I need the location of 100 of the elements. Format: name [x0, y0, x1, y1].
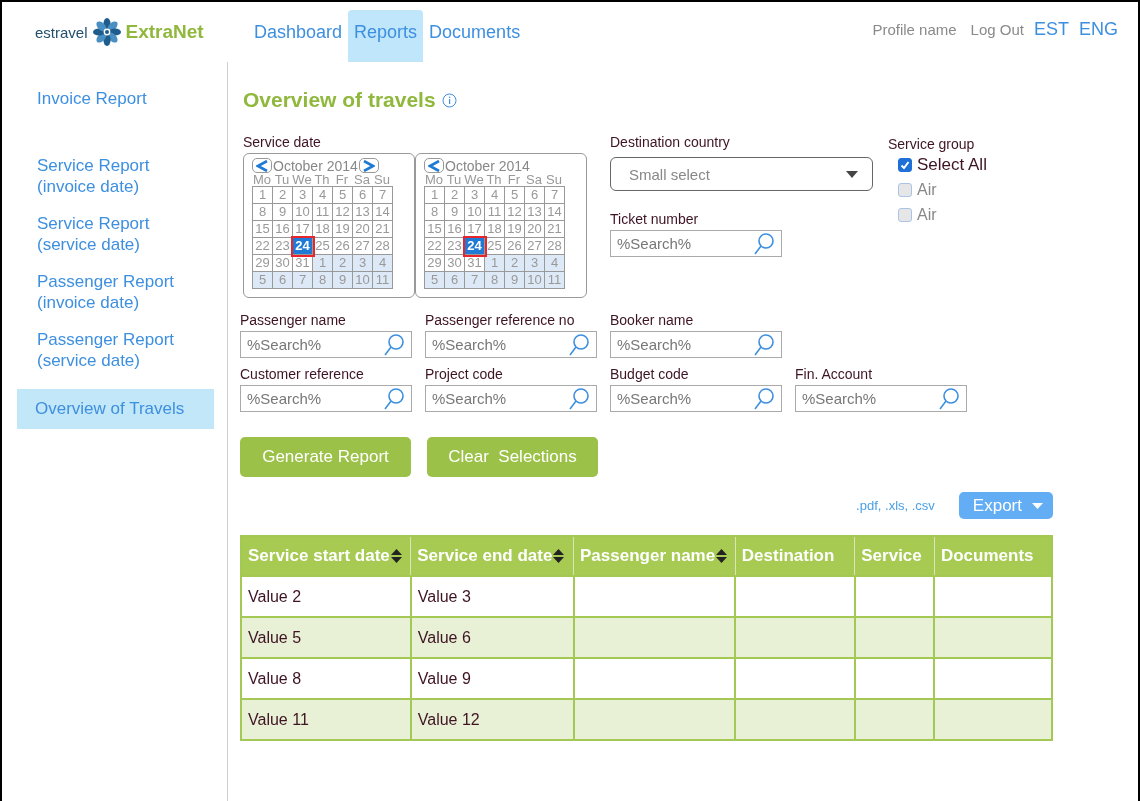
- nav-tab[interactable]: Dashboard: [248, 10, 349, 62]
- calendar-day[interactable]: 4: [313, 187, 333, 204]
- sort-icon[interactable]: [390, 548, 402, 564]
- calendar-day[interactable]: 5: [425, 272, 445, 289]
- sidebar-item[interactable]: Passenger Report (service date): [17, 329, 197, 371]
- calendar-day[interactable]: 5: [505, 187, 525, 204]
- search-icon[interactable]: [568, 332, 590, 357]
- calendar-day[interactable]: 2: [505, 255, 525, 272]
- user-link[interactable]: Log Out: [970, 20, 1024, 38]
- calendar-day[interactable]: 4: [485, 187, 505, 204]
- calendar-day[interactable]: 9: [333, 272, 353, 289]
- nav-tab[interactable]: Documents: [423, 10, 527, 62]
- calendar-day[interactable]: 7: [373, 187, 393, 204]
- language-link[interactable]: ENG: [1079, 18, 1118, 40]
- calendar-day[interactable]: 5: [333, 187, 353, 204]
- destination-select[interactable]: Small select: [610, 157, 873, 191]
- calendar-day[interactable]: 29: [253, 255, 273, 272]
- generate-report-button[interactable]: Generate Report: [240, 437, 411, 477]
- calendar-day[interactable]: 16: [273, 221, 293, 238]
- calendar-day[interactable]: 30: [445, 255, 465, 272]
- previous-month-button[interactable]: [424, 158, 444, 173]
- calendar-day[interactable]: 28: [373, 238, 393, 255]
- calendar-day[interactable]: 14: [373, 204, 393, 221]
- search-icon[interactable]: [383, 332, 405, 357]
- export-button[interactable]: Export: [958, 492, 1053, 519]
- language-link[interactable]: EST: [1033, 18, 1069, 40]
- search-field[interactable]: %Search%: [240, 385, 412, 412]
- search-field[interactable]: %Search%: [240, 331, 412, 358]
- calendar-day[interactable]: 12: [333, 204, 353, 221]
- nav-tab[interactable]: Reports: [348, 10, 424, 62]
- calendar-day[interactable]: 1: [253, 187, 273, 204]
- calendar-day[interactable]: 11: [313, 204, 333, 221]
- calendar-day[interactable]: 18: [313, 221, 333, 238]
- calendar-day[interactable]: 3: [525, 255, 545, 272]
- search-field[interactable]: %Search%: [795, 385, 967, 412]
- search-icon[interactable]: [753, 231, 775, 256]
- checkbox[interactable]: [898, 157, 912, 172]
- sort-icon[interactable]: [716, 548, 728, 564]
- search-icon[interactable]: [753, 332, 775, 357]
- calendar-day[interactable]: 3: [353, 255, 373, 272]
- calendar-day[interactable]: 20: [353, 221, 373, 238]
- calendar-day[interactable]: 10: [293, 204, 313, 221]
- column-header[interactable]: Passenger name: [573, 536, 736, 576]
- calendar-day[interactable]: 7: [465, 272, 485, 289]
- calendar-day[interactable]: 7: [293, 272, 313, 289]
- column-header[interactable]: Service end date: [410, 536, 574, 576]
- clear-selections-button[interactable]: Clear Selections: [427, 437, 598, 477]
- calendar-day[interactable]: 24: [293, 238, 313, 255]
- calendar-day[interactable]: 3: [293, 187, 313, 204]
- calendar-day[interactable]: 6: [353, 187, 373, 204]
- calendar-day[interactable]: 3: [465, 187, 485, 204]
- info-icon[interactable]: [441, 92, 457, 108]
- calendar-day[interactable]: 19: [333, 221, 353, 238]
- sidebar-item[interactable]: Passenger Report (invoice date): [17, 271, 197, 313]
- calendar-day[interactable]: 5: [253, 272, 273, 289]
- calendar-day[interactable]: 20: [525, 221, 545, 238]
- checkbox[interactable]: [898, 207, 912, 222]
- calendar-day[interactable]: 1: [485, 255, 505, 272]
- calendar-day[interactable]: 15: [425, 221, 445, 238]
- calendar-day[interactable]: 8: [313, 272, 333, 289]
- calendar-day[interactable]: 27: [525, 238, 545, 255]
- sidebar-item[interactable]: Invoice Report: [17, 88, 197, 109]
- search-field[interactable]: %Search%: [610, 230, 782, 257]
- search-field[interactable]: %Search%: [610, 385, 782, 412]
- calendar-day[interactable]: 30: [273, 255, 293, 272]
- calendar-day[interactable]: 26: [505, 238, 525, 255]
- calendar-day[interactable]: 1: [425, 187, 445, 204]
- calendar-day[interactable]: 10: [353, 272, 373, 289]
- checkbox[interactable]: [898, 182, 912, 197]
- search-field[interactable]: %Search%: [610, 331, 782, 358]
- calendar-day[interactable]: 29: [425, 255, 445, 272]
- search-icon[interactable]: [753, 386, 775, 411]
- calendar-day[interactable]: 22: [253, 238, 273, 255]
- calendar-day[interactable]: 10: [525, 272, 545, 289]
- calendar-day[interactable]: 9: [273, 204, 293, 221]
- user-link[interactable]: Profile name: [872, 20, 957, 38]
- search-field[interactable]: %Search%: [425, 385, 597, 412]
- calendar-day[interactable]: 2: [273, 187, 293, 204]
- calendar-day[interactable]: 8: [253, 204, 273, 221]
- sidebar-item[interactable]: Service Report (service date): [17, 213, 197, 255]
- calendar-day[interactable]: 10: [465, 204, 485, 221]
- search-icon[interactable]: [568, 386, 590, 411]
- calendar-day[interactable]: 9: [505, 272, 525, 289]
- calendar-day[interactable]: 7: [545, 187, 565, 204]
- column-header[interactable]: Service start date: [241, 536, 411, 576]
- calendar-day[interactable]: 24: [465, 238, 485, 255]
- calendar-day[interactable]: 21: [373, 221, 393, 238]
- calendar-day[interactable]: 28: [545, 238, 565, 255]
- calendar-day[interactable]: 12: [505, 204, 525, 221]
- calendar-day[interactable]: 26: [333, 238, 353, 255]
- calendar-day[interactable]: 6: [445, 272, 465, 289]
- calendar-day[interactable]: 16: [445, 221, 465, 238]
- next-month-button[interactable]: [358, 158, 379, 173]
- calendar-day[interactable]: 11: [373, 272, 393, 289]
- calendar-day[interactable]: 13: [353, 204, 373, 221]
- calendar-day[interactable]: 8: [425, 204, 445, 221]
- sidebar-item[interactable]: Overview of Travels: [17, 389, 214, 429]
- calendar-day[interactable]: 15: [253, 221, 273, 238]
- calendar-day[interactable]: 4: [545, 255, 565, 272]
- calendar-day[interactable]: 27: [353, 238, 373, 255]
